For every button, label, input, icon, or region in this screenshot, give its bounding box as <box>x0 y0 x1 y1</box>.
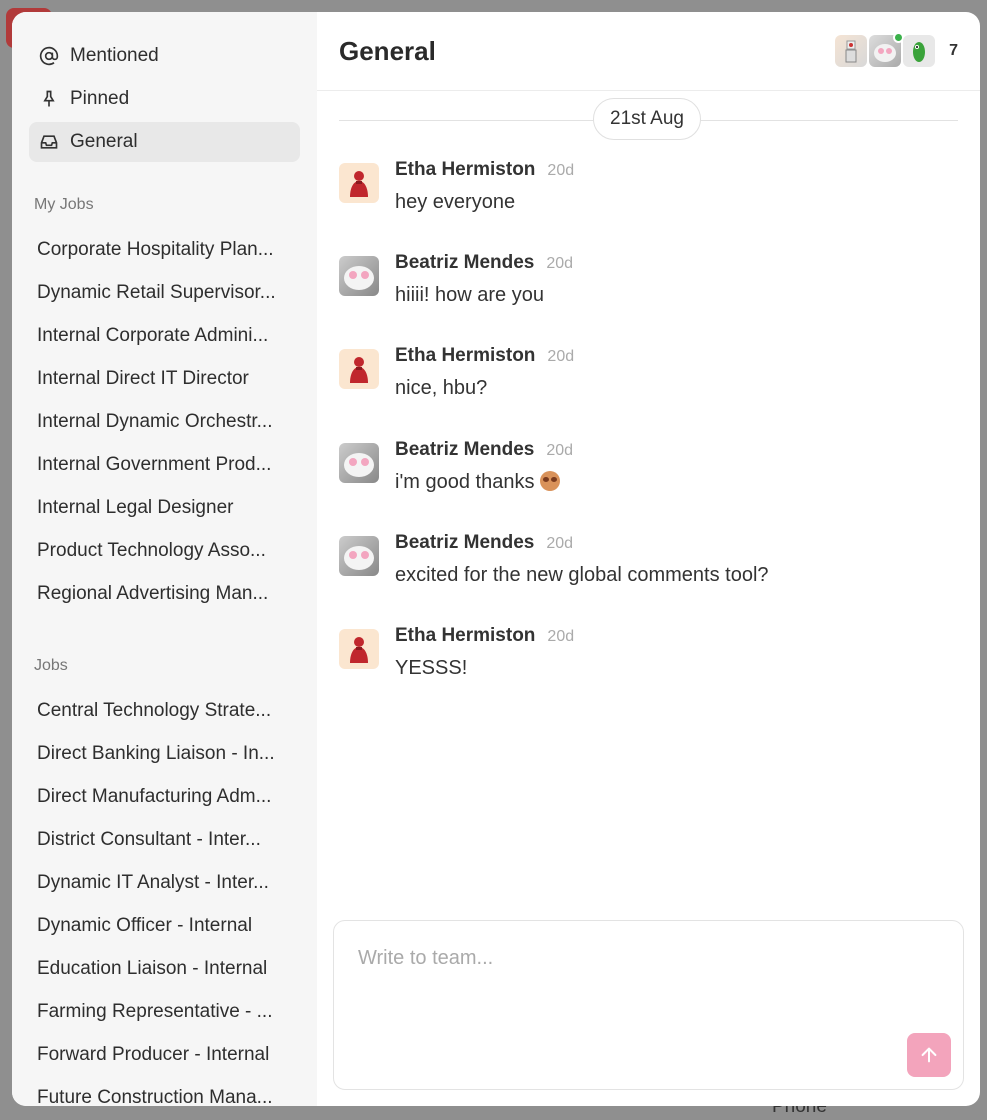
pin-icon <box>38 88 60 110</box>
job-item[interactable]: Dynamic Officer - Internal <box>29 904 291 947</box>
avatar <box>835 35 868 67</box>
job-item[interactable]: Regional Advertising Man... <box>29 572 291 615</box>
channel-sidebar: Mentioned Pinned General My Jobs Corpora… <box>12 12 317 1106</box>
message-author[interactable]: Etha Hermiston <box>395 625 535 647</box>
nav-item-general[interactable]: General <box>29 122 300 162</box>
nav-item-pinned[interactable]: Pinned <box>29 79 300 119</box>
job-item[interactable]: Internal Direct IT Director <box>29 357 291 400</box>
message-text-row: i'm good thanks <box>395 470 573 494</box>
job-item[interactable]: Dynamic IT Analyst - Inter... <box>29 861 291 904</box>
member-avatars[interactable]: 7 <box>833 32 958 67</box>
message-composer <box>333 920 964 1090</box>
job-item[interactable]: Internal Government Prod... <box>29 443 291 486</box>
job-item[interactable]: Education Liaison - Internal <box>29 947 291 990</box>
message-text: YESSS! <box>395 656 468 679</box>
job-item[interactable]: Direct Manufacturing Adm... <box>29 775 291 818</box>
avatar <box>869 32 905 67</box>
job-item[interactable]: Corporate Hospitality Plan... <box>29 228 291 271</box>
team-chat-modal: Mentioned Pinned General My Jobs Corpora… <box>12 12 980 1106</box>
message-text: hiiii! how are you <box>395 284 544 307</box>
message-text: hey everyone <box>395 191 516 213</box>
message-time: 20d <box>546 441 574 459</box>
job-item[interactable]: Dynamic Retail Supervisor... <box>29 271 291 314</box>
channel-title: General <box>339 35 436 66</box>
message-text: nice, hbu? <box>395 377 488 400</box>
date-pill: 21st Aug <box>593 98 701 140</box>
job-item[interactable]: Central Technology Strate... <box>29 689 291 732</box>
avatar <box>339 628 379 669</box>
message: Beatriz Mendes 20d i'm good thanks <box>339 439 958 532</box>
jobs-heading: Jobs <box>34 657 68 674</box>
star-struck-emoji-icon <box>540 470 561 491</box>
job-item[interactable]: Farming Representative - ... <box>29 990 291 1033</box>
job-item[interactable]: District Consultant - Inter... <box>29 818 291 861</box>
message: Beatriz Mendes 20d excited for the new gl… <box>339 532 958 625</box>
my-jobs-list: Corporate Hospitality Plan... Dynamic Re… <box>29 228 300 615</box>
avatar <box>339 442 379 483</box>
date-separator: 21st Aug <box>339 97 958 143</box>
nav-item-mentioned[interactable]: Mentioned <box>29 36 300 76</box>
job-item[interactable]: Internal Legal Designer <box>29 486 291 529</box>
nav-item-label: Pinned <box>70 88 130 109</box>
job-item[interactable]: Future Construction Mana... <box>29 1076 291 1106</box>
jobs-list: Central Technology Strate... Direct Bank… <box>29 689 300 1106</box>
message-time: 20d <box>546 255 574 273</box>
arrow-up-icon <box>918 1044 940 1066</box>
send-button[interactable] <box>907 1033 951 1077</box>
message: Etha Hermiston 20d nice, hbu? <box>339 345 958 438</box>
message-text: excited for the new global comments tool… <box>395 563 769 586</box>
avatar <box>339 256 379 297</box>
message: Etha Hermiston 20d hey everyone <box>339 159 958 252</box>
message-input[interactable] <box>334 921 963 1031</box>
message-author[interactable]: Etha Hermiston <box>395 345 535 367</box>
job-item[interactable]: Direct Banking Liaison - In... <box>29 732 291 775</box>
message-text: i'm good thanks <box>395 470 535 493</box>
avatar <box>903 35 936 67</box>
avatar <box>339 163 379 203</box>
chat-header: General 7 <box>317 12 980 91</box>
nav-item-label: Mentioned <box>70 45 159 66</box>
job-item[interactable]: Internal Corporate Admini... <box>29 314 291 357</box>
message-time: 20d <box>547 348 575 366</box>
chat-panel: General 7 21st Aug Etha Hermiston 20d he… <box>317 12 980 1106</box>
message-list: Etha Hermiston 20d hey everyone Beatriz M… <box>317 143 980 718</box>
message-time: 20d <box>547 162 575 179</box>
job-item[interactable]: Internal Dynamic Orchestr... <box>29 400 291 443</box>
nav-item-label: General <box>70 131 138 152</box>
job-item[interactable]: Product Technology Asso... <box>29 529 291 572</box>
message: Etha Hermiston 20d YESSS! <box>339 625 958 718</box>
my-jobs-heading: My Jobs <box>34 196 94 213</box>
avatar <box>339 349 379 390</box>
message-time: 20d <box>546 534 574 552</box>
message-author[interactable]: Beatriz Mendes <box>395 252 534 274</box>
message-author[interactable]: Beatriz Mendes <box>395 532 534 554</box>
job-item[interactable]: Forward Producer - Internal <box>29 1033 291 1076</box>
message: Beatriz Mendes 20d hiiii! how are you <box>339 252 958 345</box>
at-icon <box>38 45 60 67</box>
message-author[interactable]: Etha Hermiston <box>395 159 535 181</box>
inbox-icon <box>38 131 60 153</box>
message-time: 20d <box>547 627 575 645</box>
member-count: 7 <box>949 42 958 59</box>
avatar <box>339 535 379 576</box>
message-author[interactable]: Beatriz Mendes <box>395 439 534 461</box>
